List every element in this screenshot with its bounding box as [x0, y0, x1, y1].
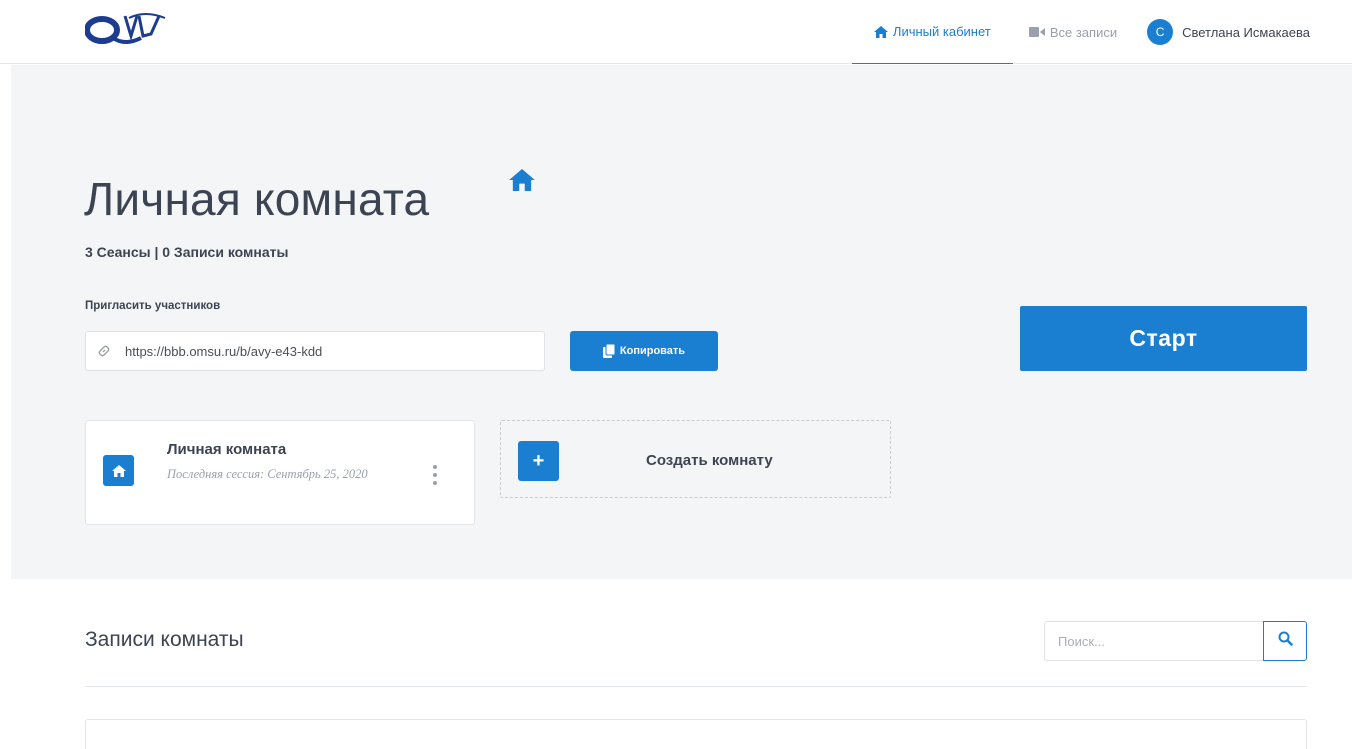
video-icon [1028, 27, 1045, 37]
room-card-name: Личная комната [167, 441, 287, 458]
avatar: С [1147, 19, 1174, 45]
user-name: Светлана Исмакаева [1182, 24, 1310, 40]
copy-icon [602, 344, 616, 358]
more-vertical-icon[interactable] [430, 465, 440, 485]
create-room-card[interactable]: + Создать комнату [500, 420, 891, 498]
room-card-last-session: Последняя сессия: Сентябрь 25, 2020 [167, 467, 368, 481]
invite-label: Пригласить участников [85, 300, 221, 312]
room-card[interactable]: Личная комната Последняя сессия: Сентябр… [85, 420, 475, 525]
omsu-logo[interactable] [84, 12, 167, 48]
search-icon [1278, 631, 1293, 651]
recordings-search [1044, 621, 1307, 661]
start-button[interactable]: Старт [1020, 306, 1307, 371]
copy-button-label: Копировать [619, 345, 686, 357]
main-nav: Личный кабинет Все записи С Светлана Исм… [851, 0, 1310, 64]
room-home-icon [103, 455, 134, 486]
copy-button[interactable]: Копировать [570, 331, 718, 371]
invite-url-text: https://bbb.omsu.ru/b/avy-e43-kdd [125, 343, 323, 359]
top-navbar: Личный кабинет Все записи С Светлана Исм… [0, 0, 1352, 64]
create-room-label: Создать комнату [646, 452, 773, 469]
nav-home-label: Личный кабинет [892, 24, 991, 39]
search-button[interactable] [1263, 621, 1307, 661]
search-input[interactable] [1044, 621, 1263, 661]
user-menu[interactable]: С Светлана Исмакаева [1133, 19, 1310, 45]
divider [85, 686, 1307, 687]
recordings-title: Записи комнаты [85, 628, 244, 651]
nav-home[interactable]: Личный кабинет [851, 0, 1013, 64]
page-title: Личная комната [84, 173, 430, 225]
link-icon [97, 344, 111, 358]
nav-recordings-label: Все записи [1049, 24, 1118, 40]
plus-icon[interactable]: + [518, 441, 559, 481]
recordings-table [85, 719, 1307, 749]
room-stats: 3 Сеансы | 0 Записи комнаты [85, 244, 289, 260]
home-icon [509, 169, 535, 196]
home-icon [873, 25, 888, 38]
nav-recordings[interactable]: Все записи [1013, 0, 1133, 64]
invite-url-field[interactable]: https://bbb.omsu.ru/b/avy-e43-kdd [85, 331, 545, 371]
